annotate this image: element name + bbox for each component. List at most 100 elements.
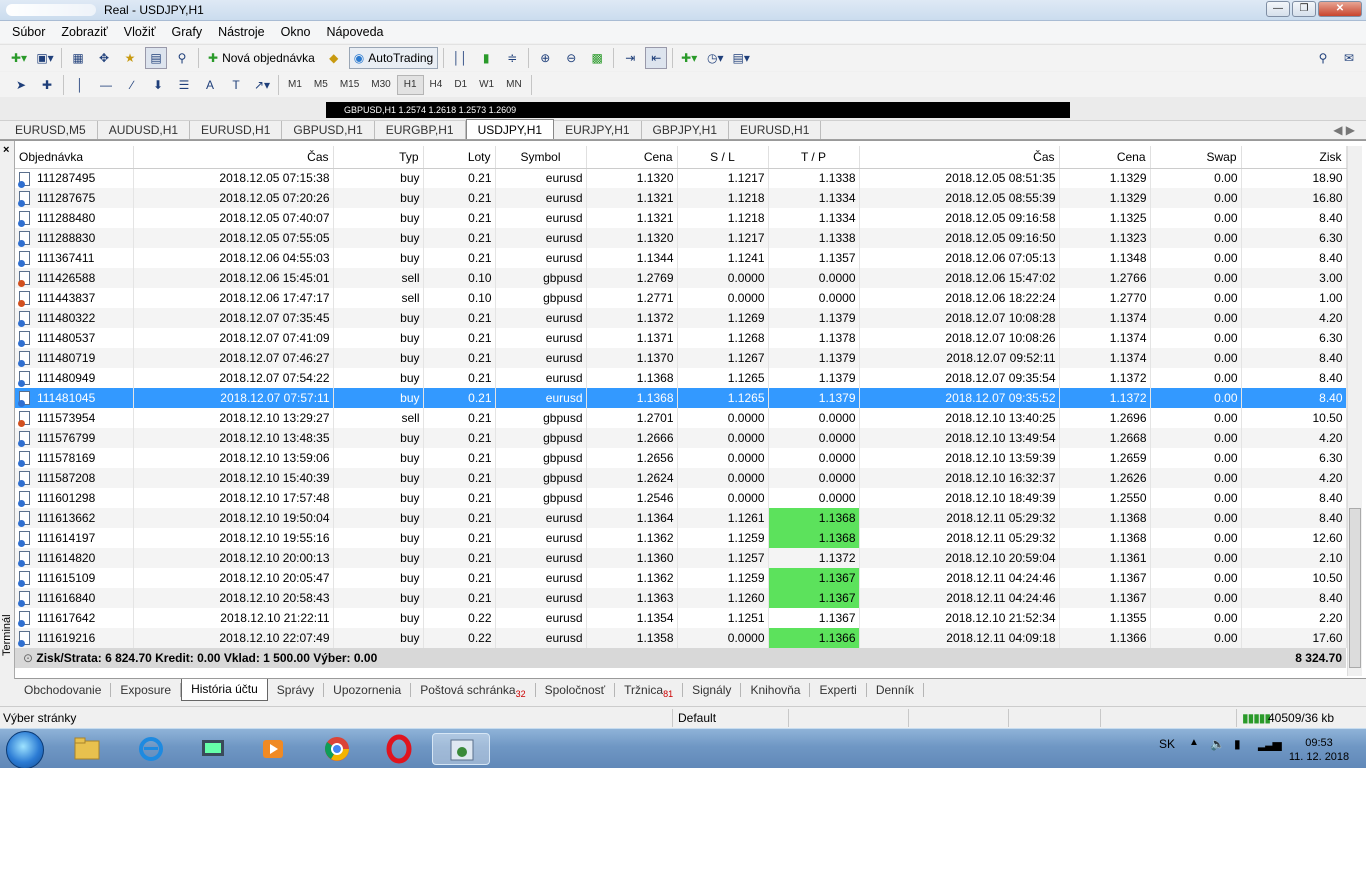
chat-icon[interactable]: ✉ xyxy=(1338,47,1360,69)
power-icon[interactable]: ▮ xyxy=(1234,737,1241,751)
new-order-button[interactable]: ✚ Nová objednávka xyxy=(204,47,319,69)
table-row[interactable]: 111614820 2018.12.10 20:00:13 buy 0.21 eurus… xyxy=(15,548,1347,568)
search-icon[interactable]: ⚲ xyxy=(1312,47,1334,69)
new-chart-icon[interactable]: ✚▾ xyxy=(8,47,30,69)
timeframe-h1[interactable]: H1 xyxy=(396,74,424,95)
col-symbol-header[interactable]: Symbol xyxy=(495,146,587,169)
menu-help[interactable]: Nápoveda xyxy=(319,25,392,39)
show-hidden-icons-icon[interactable]: ▲ xyxy=(1189,737,1199,748)
metatrader-taskbar-icon[interactable] xyxy=(432,733,490,765)
bar-chart-icon[interactable]: ││ xyxy=(449,47,471,69)
network-icon[interactable]: ▂▃▅ xyxy=(1258,737,1282,751)
chart-tab[interactable]: GBPUSD,H1 xyxy=(282,121,375,139)
menu-charts[interactable]: Grafy xyxy=(164,25,211,39)
table-row[interactable]: 111573954 2018.12.10 13:29:27 sell 0.21 gbpu… xyxy=(15,408,1347,428)
table-row[interactable]: 111287495 2018.12.05 07:15:38 buy 0.21 eurus… xyxy=(15,168,1347,188)
terminal-tab[interactable]: Denník xyxy=(867,682,924,697)
terminal-tab[interactable]: Knihovňa xyxy=(741,682,811,697)
profiles-icon[interactable]: ▣▾ xyxy=(34,47,56,69)
col-close-price-header[interactable]: Cena xyxy=(1059,146,1151,169)
chart-tab[interactable]: EURUSD,M5 xyxy=(4,121,98,139)
chart-tab[interactable]: EURJPY,H1 xyxy=(554,121,642,139)
table-row[interactable]: 111619216 2018.12.10 22:07:49 buy 0.22 eurus… xyxy=(15,628,1347,648)
menu-view[interactable]: Zobraziť xyxy=(53,25,115,39)
table-row[interactable]: 111288480 2018.12.05 07:40:07 buy 0.21 eurus… xyxy=(15,208,1347,228)
table-row[interactable]: 111616840 2018.12.10 20:58:43 buy 0.21 eurus… xyxy=(15,588,1347,608)
chrome-icon[interactable] xyxy=(320,733,354,765)
col-order-header[interactable]: Objednávka xyxy=(15,146,134,169)
timeframe-h4[interactable]: H4 xyxy=(424,79,449,90)
indicators-icon[interactable]: ✚▾ xyxy=(678,47,700,69)
terminal-tab[interactable]: Poštová schránka32 xyxy=(411,682,536,699)
data-window-icon[interactable]: ✥ xyxy=(93,47,115,69)
chart-window-gbpusd[interactable]: GBPUSD,H1 1.2574 1.2618 1.2573 1.2609 xyxy=(326,102,1070,118)
terminal-tab[interactable]: Upozornenia xyxy=(324,682,412,697)
templates-icon[interactable]: ▤▾ xyxy=(730,47,752,69)
table-row[interactable]: 111578169 2018.12.10 13:59:06 buy 0.21 gbpus… xyxy=(15,448,1347,468)
col-close-time-header[interactable]: Čas xyxy=(859,146,1060,169)
terminal-tab[interactable]: Správy xyxy=(268,682,325,697)
table-row[interactable]: 111587208 2018.12.10 15:40:39 buy 0.21 gbpus… xyxy=(15,468,1347,488)
table-row[interactable]: 111613662 2018.12.10 19:50:04 buy 0.21 eurus… xyxy=(15,508,1347,528)
table-row[interactable]: 111480322 2018.12.07 07:35:45 buy 0.21 eurus… xyxy=(15,308,1347,328)
terminal-tab[interactable]: Experti xyxy=(810,682,867,697)
menu-window[interactable]: Okno xyxy=(273,25,319,39)
clock[interactable]: 09:53 11. 12. 2018 xyxy=(1284,736,1354,764)
chart-tab[interactable]: EURUSD,H1 xyxy=(190,121,283,139)
terminal-tab[interactable]: Tržnica81 xyxy=(615,682,684,699)
opera-icon[interactable] xyxy=(382,733,416,765)
metaeditor-icon[interactable]: ◆ xyxy=(323,47,345,69)
equidistant-channel-icon[interactable]: ⬇ xyxy=(147,74,169,96)
autotrading-button[interactable]: ◉ AutoTrading xyxy=(348,47,439,69)
chart-tab[interactable]: AUDUSD,H1 xyxy=(98,121,191,139)
terminal-close-button[interactable]: × xyxy=(3,144,9,156)
table-row[interactable]: 111614197 2018.12.10 19:55:16 buy 0.21 eurus… xyxy=(15,528,1347,548)
crosshair-icon[interactable]: ✚ xyxy=(36,74,58,96)
text-icon[interactable]: A xyxy=(199,74,221,96)
close-button[interactable]: ✕ xyxy=(1318,1,1362,17)
timeframe-d1[interactable]: D1 xyxy=(448,79,473,90)
tile-windows-icon[interactable]: ▩ xyxy=(586,47,608,69)
volume-icon[interactable]: 🔈 xyxy=(1210,737,1225,751)
terminal-icon[interactable]: ▤ xyxy=(145,47,167,69)
chart-tab-active[interactable]: USDJPY,H1 xyxy=(465,119,555,139)
media-player-icon[interactable] xyxy=(256,733,290,765)
timeframe-m1[interactable]: M1 xyxy=(282,79,308,90)
table-row[interactable]: 111480537 2018.12.07 07:41:09 buy 0.21 eurus… xyxy=(15,328,1347,348)
table-row[interactable]: 111287675 2018.12.05 07:20:26 buy 0.21 eurus… xyxy=(15,188,1347,208)
table-row[interactable]: 111601298 2018.12.10 17:57:48 buy 0.21 gbpus… xyxy=(15,488,1347,508)
chart-shift-icon[interactable]: ⇤ xyxy=(645,47,668,69)
terminal-app-icon[interactable] xyxy=(196,733,230,765)
table-row[interactable]: 111617642 2018.12.10 21:22:11 buy 0.22 eurus… xyxy=(15,608,1347,628)
terminal-tab[interactable]: Exposure xyxy=(111,682,182,697)
terminal-tab[interactable]: Spoločnosť xyxy=(536,682,616,697)
tester-icon[interactable]: ⚲ xyxy=(171,47,193,69)
col-open-price-header[interactable]: Cena xyxy=(586,146,678,169)
table-row[interactable]: 111615109 2018.12.10 20:05:47 buy 0.21 eurus… xyxy=(15,568,1347,588)
table-row[interactable]: 111367411 2018.12.06 04:55:03 buy 0.21 eurus… xyxy=(15,248,1347,268)
timeframe-m30[interactable]: M30 xyxy=(365,79,396,90)
timeframe-m5[interactable]: M5 xyxy=(308,79,334,90)
status-profile[interactable]: Default xyxy=(678,711,716,725)
table-row[interactable]: 111426588 2018.12.06 15:45:01 sell 0.10 gbpu… xyxy=(15,268,1347,288)
col-stop-loss-header[interactable]: S / L xyxy=(677,146,769,169)
menu-insert[interactable]: Vložiť xyxy=(116,25,164,39)
tab-scroll-arrows[interactable]: ◀ ▶ xyxy=(1322,121,1366,139)
table-row[interactable]: 111480949 2018.12.07 07:54:22 buy 0.21 eurus… xyxy=(15,368,1347,388)
horizontal-line-icon[interactable]: — xyxy=(95,74,117,96)
chart-tab[interactable]: GBPJPY,H1 xyxy=(642,121,730,139)
zoom-out-icon[interactable]: ⊖ xyxy=(560,47,582,69)
table-row[interactable]: 111288830 2018.12.05 07:55:05 buy 0.21 eurus… xyxy=(15,228,1347,248)
arrows-icon[interactable]: ↗▾ xyxy=(251,74,273,96)
explorer-icon[interactable] xyxy=(70,733,104,765)
table-row[interactable]: 111480719 2018.12.07 07:46:27 buy 0.21 eurus… xyxy=(15,348,1347,368)
navigator-icon[interactable]: ★ xyxy=(119,47,141,69)
terminal-tab[interactable]: Obchodovanie xyxy=(15,682,112,697)
menu-tools[interactable]: Nástroje xyxy=(210,25,273,39)
language-indicator[interactable]: SK xyxy=(1159,737,1175,751)
trendline-icon[interactable]: ∕ xyxy=(121,74,143,96)
terminal-tab[interactable]: História účtu xyxy=(181,678,268,701)
vertical-scrollbar[interactable] xyxy=(1347,146,1362,676)
col-swap-header[interactable]: Swap xyxy=(1150,146,1242,169)
internet-explorer-icon[interactable] xyxy=(134,733,168,765)
